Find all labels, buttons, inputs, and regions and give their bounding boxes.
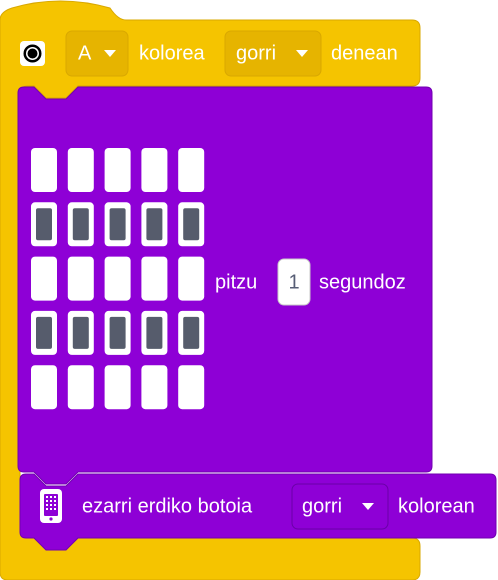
set-label-suffix: kolorean [398,495,475,517]
led-cell-lit [183,316,200,349]
led-matrix-icon [40,489,62,523]
show-label-seconds: segundoz [319,271,406,293]
led-cell-lit [36,208,52,241]
hat-label-color: kolorea [139,42,205,64]
button-select-value: A [78,42,92,64]
led-cell-lit [36,316,52,349]
led-cell[interactable] [141,256,168,301]
led-cell[interactable] [141,365,168,410]
hat-label-when: denean [331,42,398,64]
led-cell[interactable] [31,256,57,301]
led-cell[interactable] [104,256,131,301]
code-blocks-canvas: A kolorea gorri denean pitzu 1 segundoz … [0,0,497,580]
set-color-dropdown[interactable]: gorri [291,483,389,530]
led-cell[interactable] [31,365,57,410]
led-cell[interactable] [178,256,205,301]
led-cell-lit [146,316,163,349]
led-cell-lit [109,208,126,241]
led-cell[interactable] [31,148,57,192]
hat-color-dropdown[interactable]: gorri [224,30,322,77]
led-cell-lit [72,208,89,241]
led-cell-lit [109,316,126,349]
led-cell[interactable] [67,148,94,192]
led-cell[interactable] [104,365,131,410]
led-cell[interactable] [141,148,168,192]
record-circle-icon [20,41,45,66]
set-color-value: gorri [302,495,342,517]
button-select-dropdown[interactable]: A [65,30,129,77]
led-cell[interactable] [67,256,94,301]
led-cell[interactable] [104,148,131,192]
led-cell[interactable] [67,365,94,410]
led-cell-lit [72,316,89,349]
led-cell[interactable] [178,148,205,192]
led-grid [31,148,205,410]
hat-color-value: gorri [236,42,276,64]
led-cell[interactable] [178,365,205,410]
seconds-input[interactable]: 1 [277,258,311,306]
led-cell-lit [183,208,200,241]
set-label: ezarri erdiko botoia [82,495,253,517]
led-cell-lit [146,208,163,241]
show-label-light: pitzu [215,271,257,293]
seconds-value: 1 [288,271,299,293]
